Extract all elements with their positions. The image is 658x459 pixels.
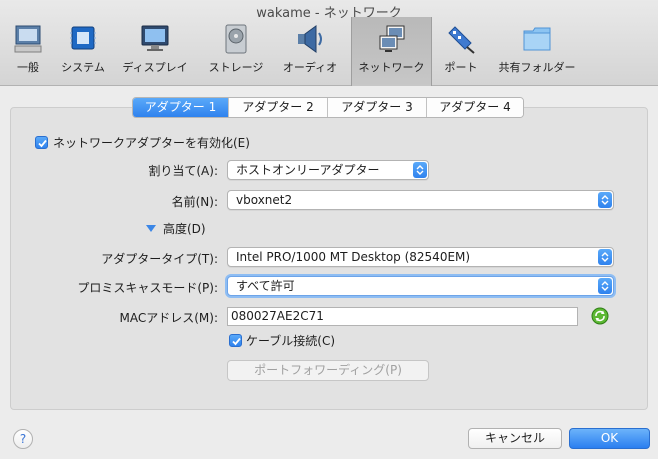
adapter-type-select[interactable]: Intel PRO/1000 MT Desktop (82540EM) [227, 247, 614, 267]
checkmark-icon [38, 139, 47, 148]
advanced-label: 高度(D) [163, 222, 206, 236]
attached-to-select[interactable]: ホストオンリーアダプター [227, 160, 429, 180]
toolbar: wakame - ネットワーク 一般 システム ディスプレイ ストレージ オーデ… [0, 0, 658, 86]
promiscuous-mode-label: プロミスキャスモード(P): [77, 281, 218, 295]
cable-connected-checkbox[interactable] [229, 334, 242, 347]
general-icon [14, 25, 42, 53]
refresh-icon [591, 307, 609, 325]
toolbar-item-label: ストレージ [208, 61, 264, 74]
toolbar-item-label: 一般 [17, 61, 39, 74]
toolbar-item-display[interactable]: ディスプレイ [114, 17, 196, 86]
tab-adapter-4[interactable]: アダプター 4 [427, 98, 523, 117]
network-icon [379, 25, 404, 52]
toolbar-item-label: ポート [444, 61, 478, 74]
tab-adapter-1[interactable]: アダプター 1 [133, 98, 229, 117]
toolbar-item-general[interactable]: 一般 [0, 17, 56, 86]
promiscuous-mode-value: すべて許可 [236, 279, 295, 293]
cable-connected-label: ケーブル接続(C) [246, 334, 336, 348]
toolbar-item-port[interactable]: ポート [436, 17, 486, 86]
shared-folder-icon [523, 27, 551, 51]
display-icon [141, 25, 169, 51]
system-icon [70, 26, 96, 50]
audio-icon [298, 25, 322, 53]
promiscuous-mode-select[interactable]: すべて許可 [227, 276, 614, 296]
name-select[interactable]: vboxnet2 [227, 190, 614, 210]
enable-adapter-checkbox[interactable] [35, 136, 48, 149]
mac-address-label: MACアドレス(M): [119, 311, 219, 325]
toolbar-item-label: システム [61, 61, 105, 74]
port-icon [448, 26, 475, 54]
toolbar-item-label: オーディオ [282, 61, 338, 74]
cancel-button[interactable]: キャンセル [468, 428, 562, 449]
name-label: 名前(N): [171, 195, 218, 209]
mac-address-field[interactable]: 080027AE2C71 [227, 307, 578, 326]
toolbar-item-network[interactable]: ネットワーク [351, 17, 432, 86]
adapter-tabs: アダプター 1 アダプター 2 アダプター 3 アダプター 4 [132, 97, 524, 118]
tab-adapter-2[interactable]: アダプター 2 [229, 98, 328, 117]
disclosure-triangle-icon [146, 225, 156, 232]
name-value: vboxnet2 [236, 193, 293, 207]
attached-to-value: ホストオンリーアダプター [236, 163, 380, 177]
toolbar-item-label: 共有フォルダー [498, 61, 576, 74]
help-button[interactable]: ? [13, 429, 33, 449]
toolbar-item-label: ネットワーク [358, 61, 425, 74]
toolbar-item-audio[interactable]: オーディオ [276, 17, 344, 86]
checkmark-icon [232, 337, 241, 346]
adapter-type-value: Intel PRO/1000 MT Desktop (82540EM) [236, 250, 471, 264]
attached-to-label: 割り当て(A): [148, 164, 218, 178]
storage-icon [225, 24, 247, 54]
chevron-updown-icon [598, 192, 612, 208]
ok-button[interactable]: OK [569, 428, 650, 449]
advanced-disclosure[interactable] [146, 222, 158, 232]
chevron-updown-icon [598, 278, 612, 294]
chevron-updown-icon [598, 249, 612, 265]
toolbar-item-storage[interactable]: ストレージ [200, 17, 272, 86]
tab-adapter-3[interactable]: アダプター 3 [328, 98, 427, 117]
toolbar-item-label: ディスプレイ [122, 61, 188, 74]
chevron-updown-icon [413, 162, 427, 178]
port-forwarding-button[interactable]: ポートフォワーディング(P) [227, 360, 429, 381]
adapter-type-label: アダプタータイプ(T): [101, 252, 218, 266]
toolbar-item-shared-folders[interactable]: 共有フォルダー [492, 17, 582, 86]
toolbar-item-system[interactable]: システム [56, 17, 110, 86]
refresh-mac-button[interactable] [591, 307, 609, 325]
enable-adapter-label: ネットワークアダプターを有効化(E) [53, 136, 250, 150]
